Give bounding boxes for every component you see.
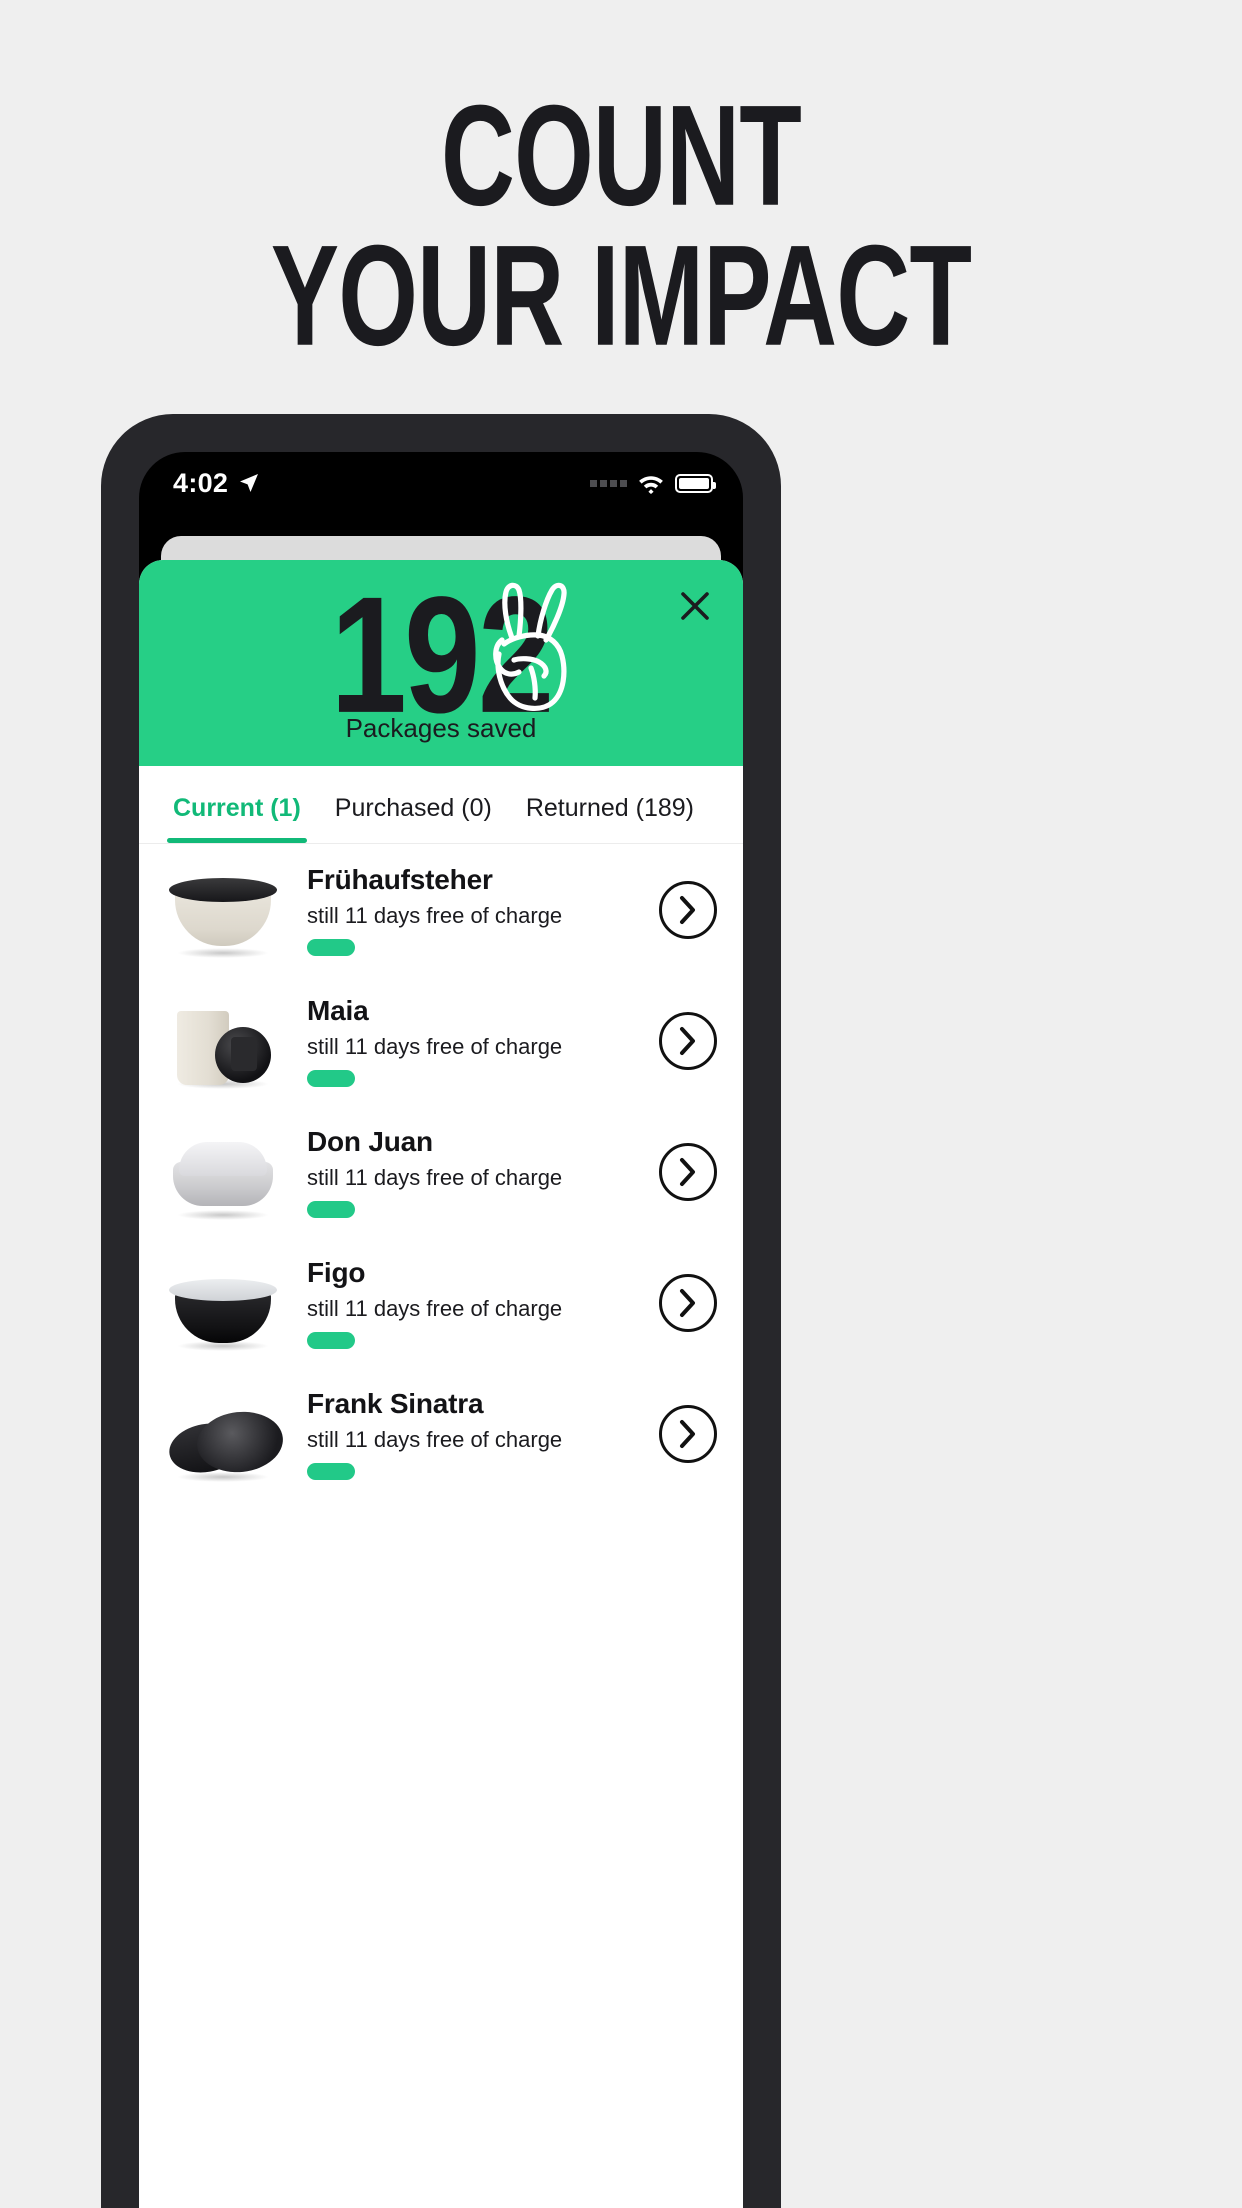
item-title: Frank Sinatra xyxy=(307,1387,484,1419)
chevron-right-icon xyxy=(680,1026,695,1055)
chevron-right-icon xyxy=(680,1157,695,1186)
item-text: Don Juan still 11 days free of charge xyxy=(293,1126,659,1218)
item-subtitle: still 11 days free of charge xyxy=(307,1033,563,1059)
item-title: Maia xyxy=(307,994,369,1026)
peace-hand-icon xyxy=(493,582,567,711)
item-title: Frühaufsteher xyxy=(307,863,493,895)
impact-hero: 192 Packages saved xyxy=(139,560,743,766)
impact-modal: 192 Packages saved Current (1) Purchased… xyxy=(139,560,743,2208)
location-arrow-icon xyxy=(240,474,259,492)
item-thumbnail-black-lids xyxy=(153,1378,293,1490)
item-subtitle: still 11 days free of charge xyxy=(307,1426,563,1452)
item-thumbnail-cream-bowl xyxy=(153,854,293,966)
item-subtitle: still 11 days free of charge xyxy=(307,1164,563,1190)
item-text: Figo still 11 days free of charge xyxy=(293,1257,659,1349)
list-item[interactable]: Don Juan still 11 days free of charge xyxy=(139,1106,743,1237)
battery-full-icon xyxy=(675,473,716,493)
status-bar-left: 4:02 xyxy=(173,468,261,499)
tab-purchased[interactable]: Purchased (0) xyxy=(329,794,498,843)
item-subtitle: still 11 days free of charge xyxy=(307,902,563,928)
item-detail-button[interactable] xyxy=(659,1011,717,1070)
item-list: Frühaufsteher still 11 days free of char… xyxy=(139,844,743,1499)
list-item[interactable]: Frank Sinatra still 11 days free of char… xyxy=(139,1368,743,1499)
tab-current[interactable]: Current (1) xyxy=(167,794,307,843)
impact-label: Packages saved xyxy=(345,713,537,743)
tab-returned[interactable]: Returned (189) xyxy=(520,794,700,843)
list-item[interactable]: Frühaufsteher still 11 days free of char… xyxy=(139,844,743,975)
item-detail-button[interactable] xyxy=(659,1273,717,1332)
item-thumbnail-black-bowl xyxy=(153,1247,293,1359)
phone-mockup: 4:02 192 Packages saved Current (1) Purc… xyxy=(101,414,781,2208)
item-detail-button[interactable] xyxy=(659,880,717,939)
item-subtitle: still 11 days free of charge xyxy=(307,1295,563,1321)
phone-screen: 4:02 192 Packages saved Current (1) Purc… xyxy=(139,452,743,2208)
status-bar-right xyxy=(590,472,716,494)
status-badge xyxy=(307,1331,355,1349)
status-badge xyxy=(307,1462,355,1480)
status-badge xyxy=(307,938,355,956)
chevron-right-icon xyxy=(680,1288,695,1317)
tab-bar: Current (1) Purchased (0) Returned (189) xyxy=(139,766,743,844)
chevron-right-icon xyxy=(680,1419,695,1448)
item-title: Figo xyxy=(307,1256,366,1288)
item-text: Frühaufsteher still 11 days free of char… xyxy=(293,864,659,956)
item-text: Maia still 11 days free of charge xyxy=(293,995,659,1087)
item-text: Frank Sinatra still 11 days free of char… xyxy=(293,1388,659,1480)
headline-line-1: COUNT xyxy=(440,75,802,237)
list-item[interactable]: Maia still 11 days free of charge xyxy=(139,975,743,1106)
status-badge xyxy=(307,1200,355,1218)
page-title: COUNT YOUR IMPACT xyxy=(124,75,1118,377)
status-bar: 4:02 xyxy=(139,452,743,514)
item-detail-button[interactable] xyxy=(659,1404,717,1463)
item-thumbnail-cream-cup xyxy=(153,985,293,1097)
status-time-label: 4:02 xyxy=(173,467,229,498)
impact-count-wrap: 192 xyxy=(139,572,743,738)
list-item[interactable]: Figo still 11 days free of charge xyxy=(139,1237,743,1368)
item-thumbnail-clear-container xyxy=(153,1116,293,1228)
chevron-right-icon xyxy=(680,895,695,924)
status-badge xyxy=(307,1069,355,1087)
item-title: Don Juan xyxy=(307,1125,433,1157)
wifi-icon xyxy=(639,476,663,494)
item-detail-button[interactable] xyxy=(659,1142,717,1201)
close-button[interactable] xyxy=(673,584,717,628)
close-icon xyxy=(681,592,709,620)
signal-dots-icon xyxy=(590,479,627,487)
headline-line-2: YOUR IMPACT xyxy=(270,216,972,377)
